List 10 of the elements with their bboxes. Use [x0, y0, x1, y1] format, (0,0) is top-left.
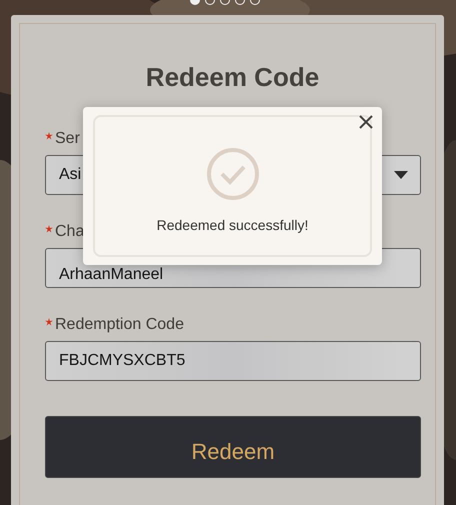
input-field[interactable]: FBJCMYSXCBT5	[45, 341, 421, 381]
field-label: Ser	[55, 130, 80, 148]
check-circle-icon	[207, 148, 259, 200]
field-label: Redemption Code	[55, 316, 184, 334]
caret-icon	[394, 171, 408, 179]
success-message: Redeemed successfully!	[156, 217, 310, 233]
form-title: Redeem Code	[144, 61, 320, 94]
close-icon[interactable]	[358, 114, 374, 130]
field-label: Cha	[55, 223, 84, 241]
redeem-button[interactable]: Redeem	[45, 416, 421, 478]
